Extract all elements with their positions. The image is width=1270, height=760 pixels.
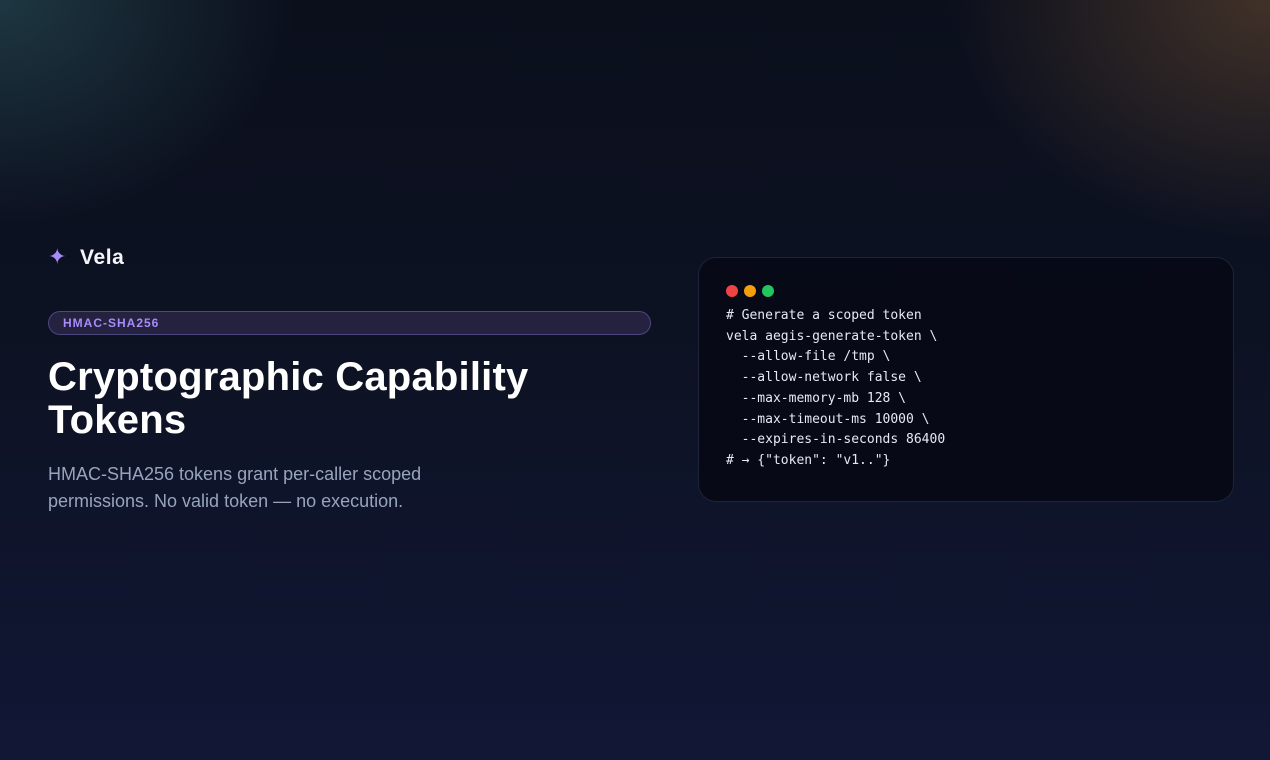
code-line: --allow-file /tmp \ (726, 349, 891, 365)
window-controls (726, 285, 1206, 297)
brand-name: Vela (80, 246, 125, 269)
page-subtitle: HMAC-SHA256 tokens grant per-caller scop… (48, 464, 422, 511)
code-line: vela aegis-generate-token \ (726, 328, 938, 344)
code-block: # Generate a scoped token vela aegis-gen… (726, 306, 1206, 472)
code-line: # → {"token": "v1.."} (726, 452, 891, 468)
brand: ✦ Vela (48, 244, 651, 272)
close-dot-icon (726, 285, 738, 297)
maximize-dot-icon (762, 285, 774, 297)
page-title-line-2: Tokens (48, 398, 187, 442)
minimize-dot-icon (744, 285, 756, 297)
hero-section: ✦ Vela HMAC-SHA256 Cryptographic Capabil… (48, 244, 651, 515)
code-line: --expires-in-seconds 86400 (726, 432, 946, 448)
sparkle-icon: ✦ (48, 245, 67, 270)
algorithm-badge: HMAC-SHA256 (48, 311, 651, 335)
code-line: # Generate a scoped token (726, 308, 922, 323)
page-title: Cryptographic Capability Tokens (48, 356, 651, 442)
code-line: --max-memory-mb 128 \ (726, 390, 907, 406)
terminal-window: # Generate a scoped token vela aegis-gen… (698, 257, 1234, 502)
code-line: --allow-network false \ (726, 370, 922, 386)
page-title-line-1: Cryptographic Capability (48, 355, 529, 399)
code-line: --max-timeout-ms 10000 \ (726, 411, 930, 427)
